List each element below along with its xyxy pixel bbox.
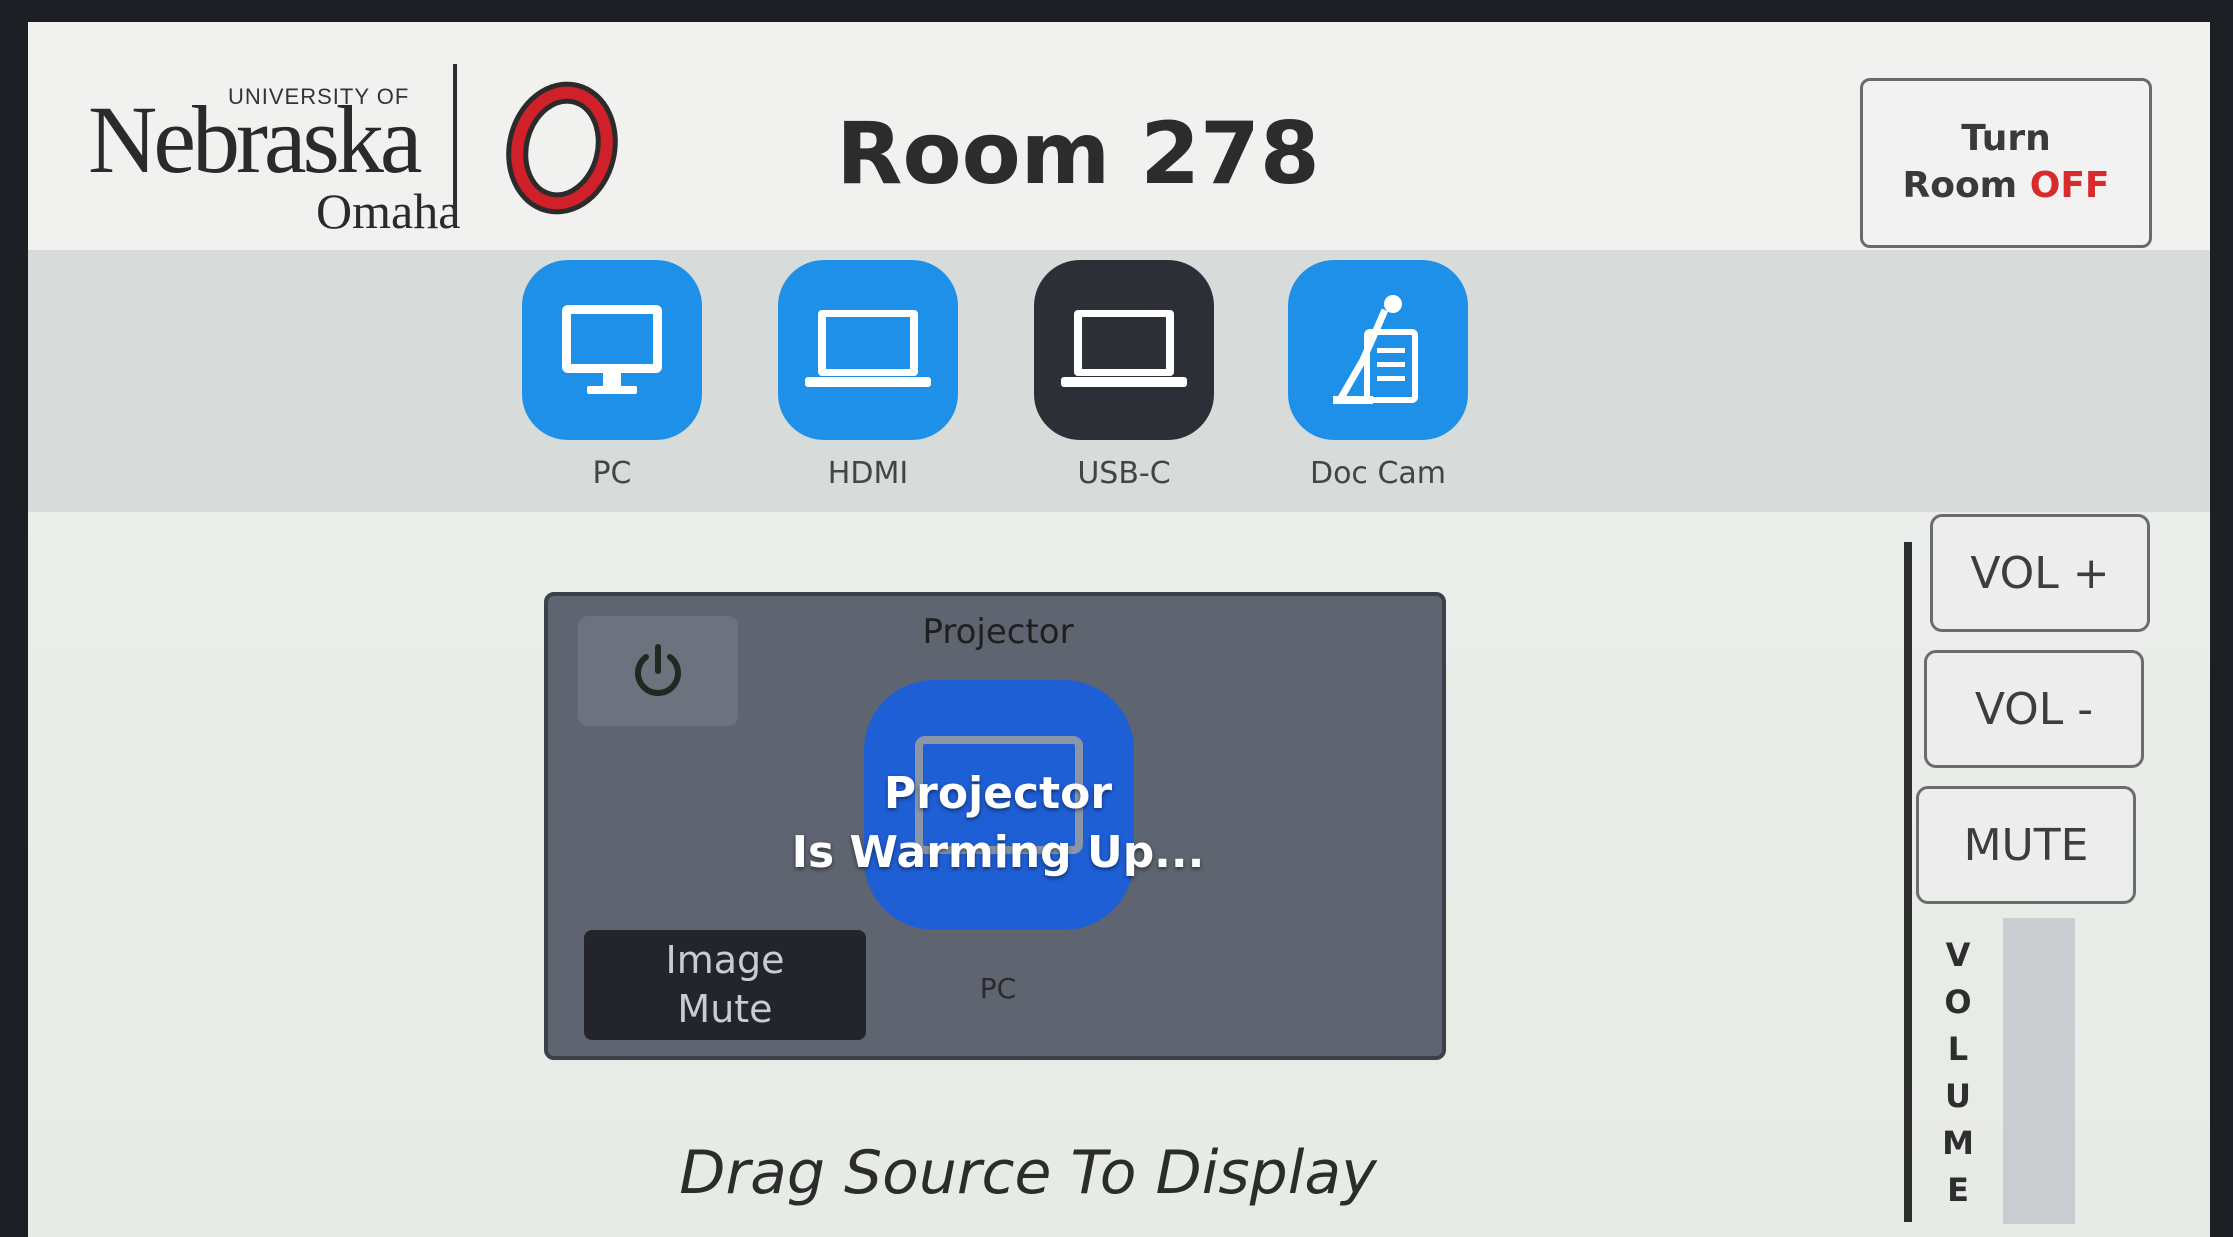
logo-nebraska: Nebraska — [88, 86, 422, 193]
projector-power-button[interactable] — [578, 616, 738, 726]
logo-divider — [453, 64, 457, 226]
source-hdmi-tile[interactable] — [778, 260, 958, 440]
turn-room-off-line1: Turn — [1961, 118, 2051, 160]
projector-title: Projector — [922, 612, 1074, 652]
turn-room-off-button[interactable]: Turn Room OFF — [1860, 78, 2152, 248]
volume-up-button[interactable]: VOL + — [1930, 514, 2150, 632]
turn-room-off-line2: Room OFF — [1902, 163, 2109, 210]
volume-letter: L — [1947, 1030, 1969, 1068]
volume-letter: U — [1945, 1077, 1971, 1115]
laptop-icon — [1061, 310, 1187, 387]
source-bar: PC HDMI USB-C Doc Cam — [28, 250, 2210, 512]
projector-current-source: PC — [979, 972, 1017, 1005]
mute-button[interactable]: MUTE — [1916, 786, 2136, 904]
source-pc-tile[interactable] — [522, 260, 702, 440]
source-usbc-tile[interactable] — [1034, 260, 1214, 440]
turn-room-off-room-label: Room — [1902, 165, 2030, 206]
source-doc-cam[interactable]: Doc Cam — [1278, 260, 1478, 491]
turn-room-off-off-label: OFF — [2029, 165, 2110, 206]
source-doc-cam-tile[interactable] — [1288, 260, 1468, 440]
power-icon — [635, 644, 681, 696]
source-usbc[interactable]: USB-C — [1024, 260, 1224, 491]
image-mute-button[interactable]: Image Mute — [584, 930, 866, 1040]
source-hdmi[interactable]: HDMI — [768, 260, 968, 491]
source-doc-cam-label: Doc Cam — [1309, 456, 1447, 491]
projector-display-target[interactable]: Projector Projector Is Warming Up... Ima… — [544, 592, 1446, 1060]
source-hdmi-label: HDMI — [827, 456, 909, 491]
source-usbc-label: USB-C — [1077, 456, 1171, 491]
volume-meter — [2003, 918, 2075, 1224]
logo-omaha: Omaha — [316, 183, 461, 239]
volume-letter: V — [1945, 936, 1971, 974]
source-pc[interactable]: PC — [512, 260, 712, 491]
o-mark-logo-icon — [506, 81, 618, 215]
volume-vertical-label: V O L U M E — [1928, 932, 1988, 1214]
volume-letter: E — [1947, 1171, 1969, 1209]
touch-panel-screen: UNIVERSITY OF Nebraska Omaha Room 278 Tu… — [28, 22, 2210, 1237]
monitor-icon — [562, 305, 662, 394]
laptop-icon — [805, 310, 931, 387]
volume-letter: O — [1944, 983, 1972, 1021]
header-bar: UNIVERSITY OF Nebraska Omaha Room 278 Tu… — [28, 22, 2210, 250]
projector-status-line1: Projector — [883, 768, 1113, 819]
volume-letter: M — [1942, 1124, 1974, 1162]
room-title: Room 278 — [836, 104, 1320, 204]
projector-status: Projector Is Warming Up... — [748, 764, 1248, 883]
projector-status-line2: Is Warming Up... — [791, 827, 1205, 879]
drag-instructions: Drag Source To Display — [679, 1138, 1377, 1208]
volume-down-button[interactable]: VOL - — [1924, 650, 2144, 768]
university-logo: UNIVERSITY OF Nebraska Omaha — [88, 74, 461, 244]
document-camera-icon — [1333, 295, 1418, 404]
source-pc-label: PC — [592, 456, 632, 491]
volume-divider — [1904, 542, 1912, 1222]
